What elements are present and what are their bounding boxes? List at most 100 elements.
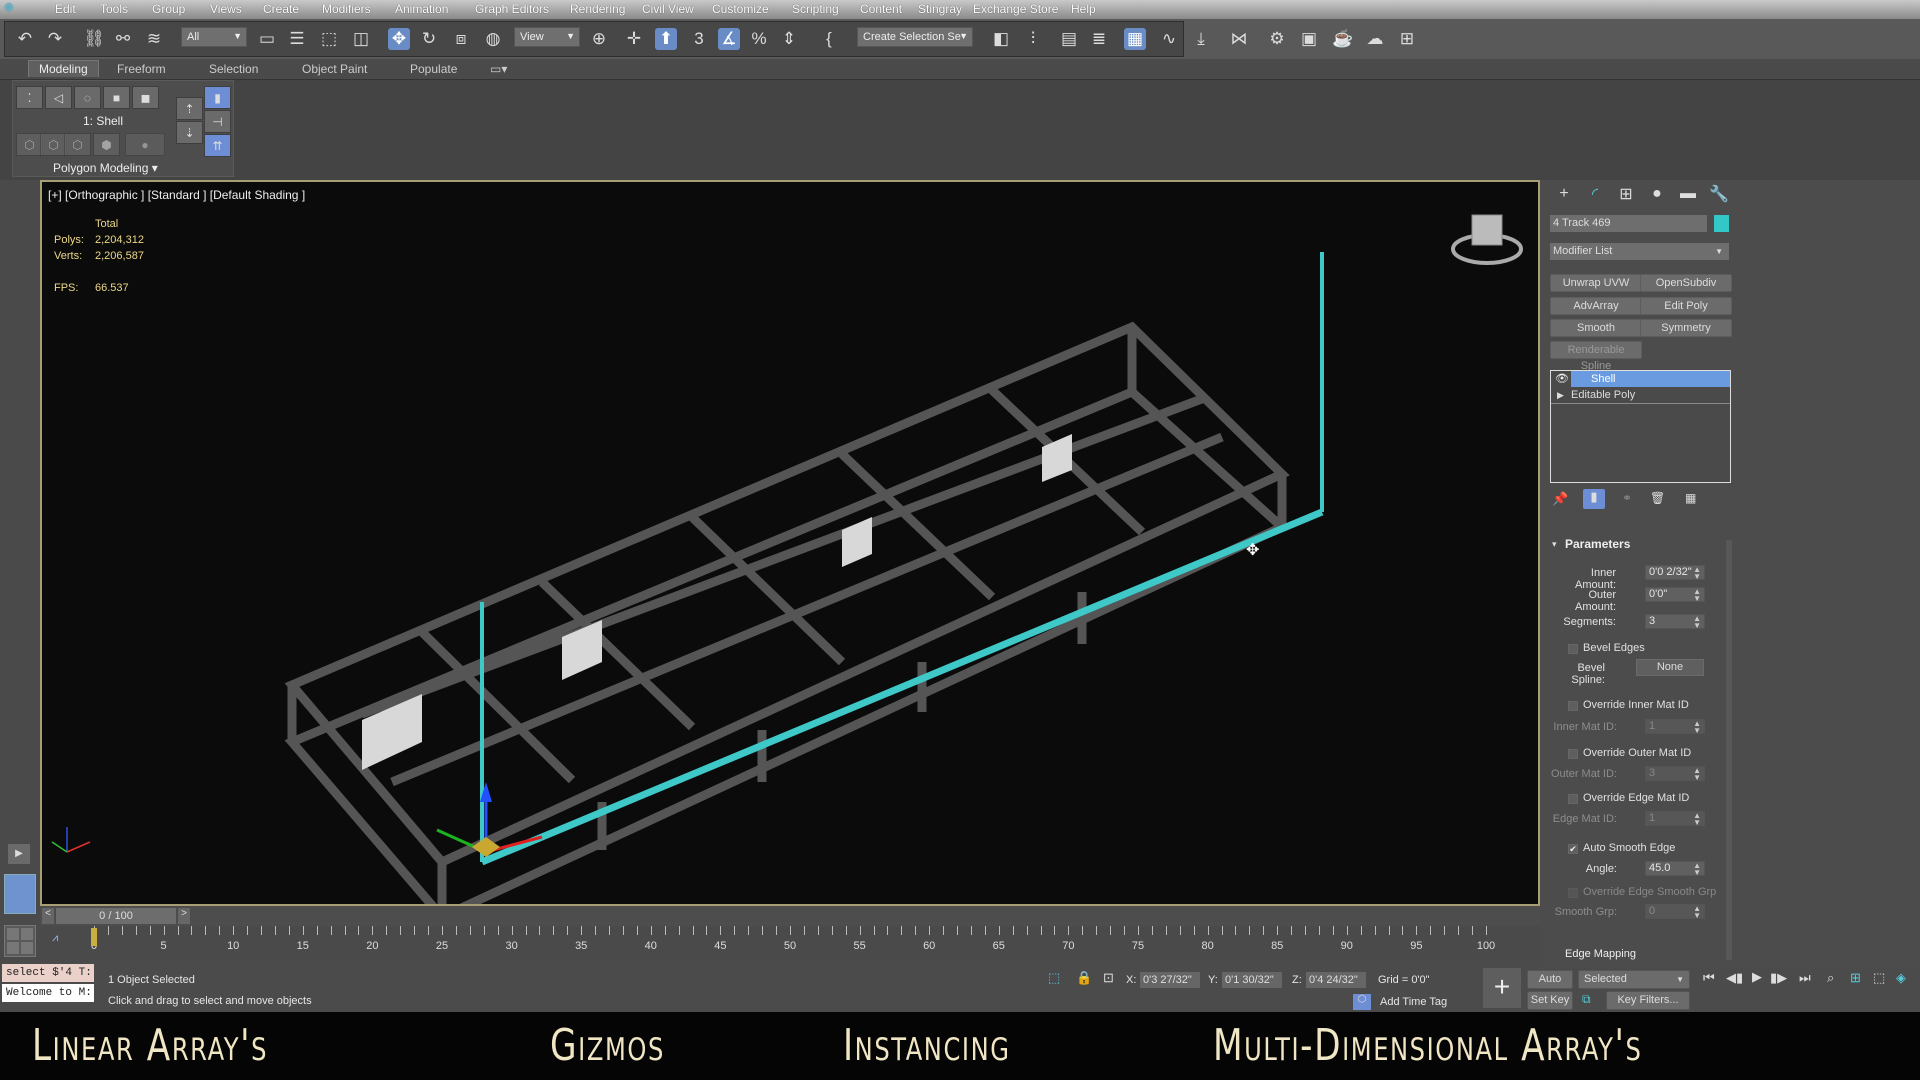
spinner-arrows-icon[interactable]: ▲ ▼ xyxy=(1693,720,1701,735)
time-tag-icon[interactable]: ⬡ xyxy=(1353,994,1371,1010)
spinner-arrows-icon[interactable]: ▲ ▼ xyxy=(1693,905,1701,920)
viewport-perspective[interactable]: [+] [Orthographic ] [Standard ] [Default… xyxy=(40,180,1540,906)
menu-modifiers[interactable]: Modifiers xyxy=(322,2,371,16)
set-key-plus-icon[interactable]: + xyxy=(1483,968,1521,1008)
auto-key-button[interactable]: Auto Key xyxy=(1527,970,1573,1002)
unlink-icon[interactable]: ⚯ xyxy=(112,28,134,50)
toggle-ribbon-icon[interactable]: ▦ xyxy=(1124,28,1146,50)
outer-amount-spinner[interactable]: 0'0" ▲ ▼ xyxy=(1645,587,1705,603)
x-coord-field[interactable]: 0'3 27/32" xyxy=(1140,972,1200,988)
ribbon-minimize-toggle-icon[interactable]: ▭▾ xyxy=(490,62,507,76)
menu-content[interactable]: Content xyxy=(860,2,902,16)
menu-exchange-store[interactable]: Exchange Store xyxy=(973,2,1058,16)
spinner-arrows-icon[interactable]: ▲ ▼ xyxy=(1693,862,1701,877)
track-bar[interactable]: ⩘ 0 5 10 15 20 25 30 35 40 45 50 55 60 65 70 75 80 85 90 95… xyxy=(40,926,1540,962)
absolute-mode-transform-icon[interactable]: ⊡ xyxy=(1103,970,1114,986)
soft-selection-icon[interactable]: ● xyxy=(125,133,165,156)
render-setup-icon[interactable]: ⚙ xyxy=(1266,28,1288,50)
stack-item-shell[interactable]: 👁 Shell xyxy=(1551,371,1730,387)
spinner-arrows-icon[interactable]: ▲ ▼ xyxy=(1693,615,1701,630)
menu-scripting[interactable]: Scripting xyxy=(792,2,839,16)
opensubdiv-button[interactable]: OpenSubdiv xyxy=(1640,274,1732,292)
element-mode-icon[interactable]: ◼ xyxy=(132,86,159,109)
symmetry-button[interactable]: Symmetry xyxy=(1640,319,1732,337)
time-slider-thumb[interactable]: 0 / 100 xyxy=(56,908,176,924)
edit-poly-button[interactable]: Edit Poly xyxy=(1640,297,1732,315)
schematic-view-icon[interactable]: ⋈ xyxy=(1228,28,1250,50)
smooth-button[interactable]: Smooth xyxy=(1550,319,1642,337)
expand-arrow-icon[interactable]: ▶ xyxy=(1557,390,1564,401)
renderable-spline-button[interactable]: Renderable Spline xyxy=(1550,341,1642,372)
make-unique-icon[interactable]: ⚭ xyxy=(1622,491,1632,505)
render-in-cloud-icon[interactable]: ☁ xyxy=(1364,28,1386,50)
zoom-icon[interactable]: ⌕ xyxy=(1827,970,1834,986)
go-to-start-icon[interactable]: ⏮ xyxy=(1703,970,1715,986)
edge-mat-id-spinner[interactable]: 1 ▲ ▼ xyxy=(1645,811,1705,827)
scene-explorer-icon[interactable]: ▤ xyxy=(1058,28,1080,50)
snap-3d-icon[interactable]: 3 xyxy=(688,28,710,50)
menu-rendering[interactable]: Rendering xyxy=(570,2,625,16)
menu-edit[interactable]: Edit xyxy=(55,2,76,16)
manipulate-icon[interactable]: ✛ xyxy=(623,28,645,50)
viewcube-icon[interactable] xyxy=(1451,214,1523,265)
previous-key-icon[interactable]: ◀▮ xyxy=(1726,970,1743,986)
menu-tools[interactable]: Tools xyxy=(100,2,128,16)
selection-filter-dropdown[interactable]: All ▼ xyxy=(181,27,247,47)
rect-selection-icon[interactable]: ⬚ xyxy=(318,28,340,50)
dope-sheet-icon[interactable]: ⤓ xyxy=(1190,28,1212,50)
unwrap-uvw-button[interactable]: Unwrap UVW xyxy=(1550,274,1642,292)
placement-icon[interactable]: ◍ xyxy=(482,28,504,50)
rotate-icon[interactable]: ↻ xyxy=(418,28,440,50)
create-tab-plus-icon[interactable]: + xyxy=(1549,180,1579,208)
spinner-arrows-icon[interactable]: ▲ ▼ xyxy=(1693,767,1701,782)
redo-icon[interactable]: ↷ xyxy=(44,28,66,50)
advarray-button[interactable]: AdvArray xyxy=(1550,297,1642,315)
spinner-snap-icon[interactable]: ⇕ xyxy=(778,28,800,50)
override-edge-smooth-grp-checkbox[interactable] xyxy=(1568,888,1578,898)
key-mode-toggle-icon[interactable]: ⧉ xyxy=(1582,992,1591,1007)
object-color-swatch[interactable] xyxy=(1714,215,1729,232)
pin-stack-icon[interactable]: ⊣ xyxy=(204,110,231,133)
segments-spinner[interactable]: 3 ▲ ▼ xyxy=(1645,614,1705,630)
bevel-edges-checkbox[interactable] xyxy=(1568,644,1578,654)
curve-editor-icon[interactable]: ∿ xyxy=(1158,28,1180,50)
ignore-backfacing-icon[interactable]: ⬡ xyxy=(40,133,67,156)
tab-object-paint[interactable]: Object Paint xyxy=(302,62,367,76)
eye-icon[interactable]: 👁 xyxy=(1555,372,1569,385)
pivot-icon[interactable]: ⊕ xyxy=(588,28,610,50)
rollout-collapse-icon[interactable]: ▾ xyxy=(1552,539,1557,550)
select-by-vertex-icon[interactable]: ⬡ xyxy=(16,133,43,156)
inner-mat-id-spinner[interactable]: 1 ▲ ▼ xyxy=(1645,719,1705,735)
maxscript-output-line[interactable]: Welcome to M: xyxy=(2,984,94,1002)
stack-item-editable-poly[interactable]: ▶ Editable Poly xyxy=(1551,388,1730,404)
current-frame-marker[interactable] xyxy=(91,928,97,946)
override-edge-mat-id-checkbox[interactable] xyxy=(1568,794,1578,804)
maxscript-listener-line[interactable]: select $'4 T: xyxy=(2,964,94,982)
edge-mode-icon[interactable]: ◁ xyxy=(45,86,72,109)
pin-stack-icon[interactable]: 📌 xyxy=(1552,491,1568,507)
zoom-extents-icon[interactable]: ⬚ xyxy=(1873,970,1885,986)
parameters-rollout-title[interactable]: Parameters xyxy=(1565,537,1630,551)
menu-create[interactable]: Create xyxy=(263,2,299,16)
menu-help[interactable]: Help xyxy=(1071,2,1096,16)
display-tab-icon[interactable]: ▬ xyxy=(1673,180,1703,208)
scale-icon[interactable]: ⧈ xyxy=(450,28,472,50)
utilities-tab-wrench-icon[interactable]: 🔧 xyxy=(1704,180,1734,208)
time-slider[interactable]: < 0 / 100 > xyxy=(40,906,1540,926)
align-icon[interactable]: ⫶ xyxy=(1022,28,1044,50)
edit-named-selection-icon[interactable]: { xyxy=(818,28,840,50)
command-panel-scrollbar[interactable] xyxy=(1726,540,1732,960)
panel-title[interactable]: Polygon Modeling ▾ xyxy=(53,161,213,175)
vertex-mode-icon[interactable]: ⁚ xyxy=(16,86,43,109)
menu-animation[interactable]: Animation xyxy=(395,2,448,16)
isolate-selection-icon[interactable]: ⬚ xyxy=(1048,970,1060,986)
smooth-grp-spinner[interactable]: 0 ▲ ▼ xyxy=(1645,904,1705,920)
select-object-icon[interactable]: ▭ xyxy=(256,28,278,50)
key-mode-dropdown[interactable]: Selected ▼ xyxy=(1578,970,1690,989)
next-frame-button[interactable]: > xyxy=(178,908,190,924)
polygon-mode-icon[interactable]: ■ xyxy=(103,86,130,109)
set-key-button[interactable]: Set Key xyxy=(1527,991,1573,1010)
shrink-grow-icon[interactable]: ⬢ xyxy=(93,133,120,156)
collapse-stack-icon[interactable]: ⇈ xyxy=(204,134,231,157)
override-outer-mat-id-checkbox[interactable] xyxy=(1568,749,1578,759)
